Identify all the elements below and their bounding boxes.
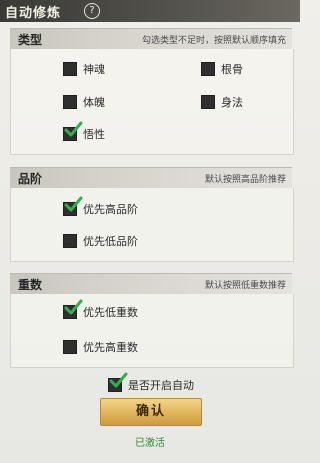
help-icon[interactable]: ? <box>84 3 100 19</box>
option-label: 体魄 <box>83 96 105 109</box>
option-label: 优先高品阶 <box>83 203 138 216</box>
section-hint-weight: 默认按照低重数推荐 <box>204 281 286 291</box>
option-label: 悟性 <box>83 128 105 141</box>
checkmark-icon <box>64 196 83 212</box>
checkbox[interactable] <box>63 196 83 216</box>
section-title-grade: 品阶 <box>18 172 43 186</box>
auto-checkbox[interactable] <box>108 372 128 392</box>
title-bar: 自动修炼 ? <box>0 0 300 22</box>
section-header-grade: 品阶 默认按照高品阶推荐 <box>10 167 292 188</box>
option-label: 根骨 <box>221 63 243 76</box>
checkbox[interactable] <box>63 340 77 354</box>
checkbox[interactable] <box>63 299 83 319</box>
dialog-title: 自动修炼 <box>5 6 62 21</box>
checkbox[interactable] <box>201 95 215 109</box>
checkmark-icon <box>64 299 83 315</box>
section-body-type: 神魂 根骨 体魄 身法 悟性 <box>10 49 294 155</box>
option-label: 优先高重数 <box>83 341 138 354</box>
section-body-weight: 优先低重数 优先高重数 <box>10 294 294 368</box>
checkbox[interactable] <box>63 95 77 109</box>
checkbox[interactable] <box>201 62 215 76</box>
option-label: 神魂 <box>83 63 105 76</box>
option-label: 身法 <box>221 96 243 109</box>
checkbox[interactable] <box>63 121 83 141</box>
section-header-weight: 重数 默认按照低重数推荐 <box>10 273 292 294</box>
section-hint-grade: 默认按照高品阶推荐 <box>204 175 286 185</box>
checkbox[interactable] <box>63 62 77 76</box>
auto-toggle-label: 是否开启自动 <box>128 379 194 392</box>
section-hint-type: 勾选类型不足时，按照默认顺序填充 <box>141 36 286 46</box>
section-body-grade: 优先高品阶 优先低品阶 <box>10 188 294 262</box>
option-label: 优先低品阶 <box>83 235 138 248</box>
option-label: 优先低重数 <box>83 306 138 319</box>
status-text: 已激活 <box>135 438 165 449</box>
section-title-type: 类型 <box>18 33 43 47</box>
checkbox[interactable] <box>63 234 77 248</box>
checkmark-icon <box>64 121 83 137</box>
checkmark-icon <box>109 372 128 388</box>
section-header-type: 类型 勾选类型不足时，按照默认顺序填充 <box>10 28 292 49</box>
confirm-button[interactable]: 确认 <box>100 398 202 426</box>
section-title-weight: 重数 <box>18 278 43 292</box>
